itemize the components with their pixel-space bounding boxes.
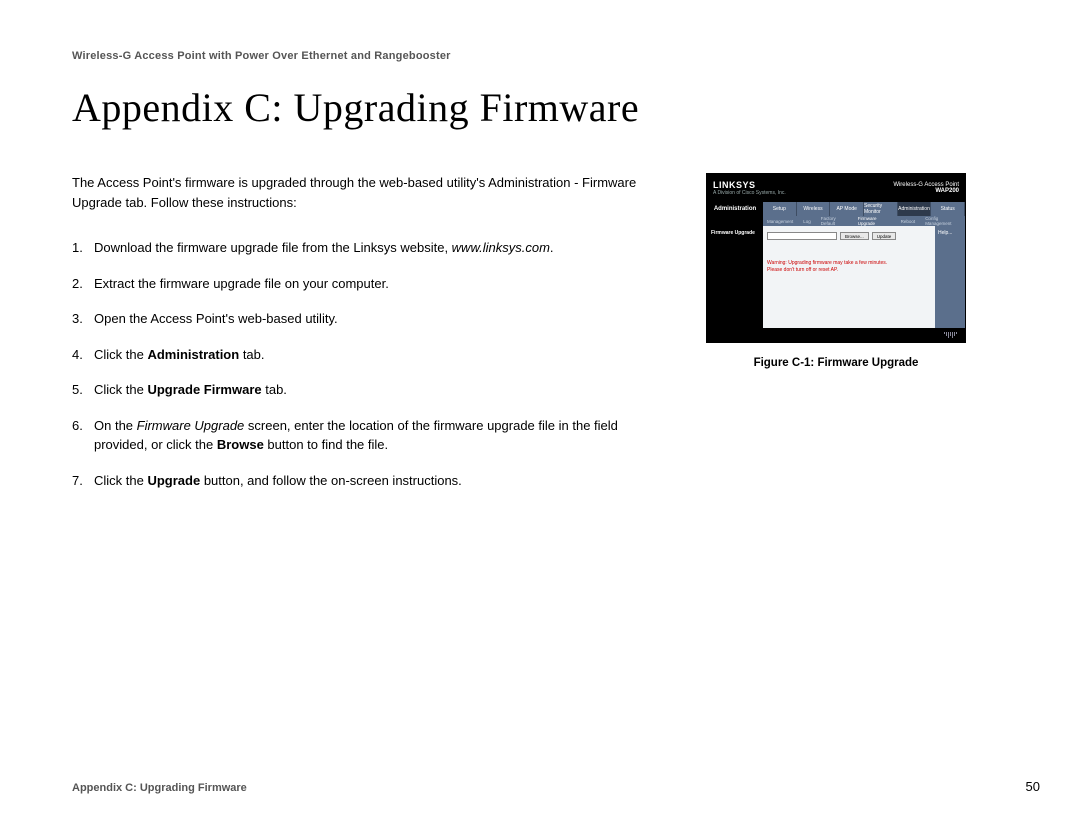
- page-footer: Appendix C: Upgrading Firmware 50: [72, 779, 1040, 794]
- figure-c1: LINKSYS A Division of Cisco Systems, Inc…: [706, 173, 966, 369]
- step-text: tab.: [239, 347, 264, 362]
- subtab-management[interactable]: Management: [767, 216, 793, 226]
- linksys-logo: LINKSYS: [713, 180, 786, 190]
- document-page: Wireless-G Access Point with Power Over …: [0, 0, 1080, 834]
- content-row: The Access Point's firmware is upgraded …: [72, 173, 1040, 506]
- model-info: Wireless-G Access Point WAP200: [893, 182, 959, 194]
- figure-caption: Figure C-1: Firmware Upgrade: [706, 357, 966, 369]
- step-text: tab.: [262, 382, 287, 397]
- step-4: Click the Administration tab.: [72, 345, 672, 365]
- subtab-firmware-upgrade[interactable]: Firmware Upgrade: [858, 216, 891, 226]
- screenshot-form: Browse... Update Warning: Upgrading firm…: [763, 226, 935, 328]
- update-button[interactable]: Update: [872, 232, 897, 240]
- screenshot-subtabs-row: Management Log Factory Default Firmware …: [707, 216, 965, 226]
- tab-status[interactable]: Status: [931, 202, 965, 216]
- warning-line-2: Please don't turn off or reset AP.: [767, 267, 931, 274]
- step-5: Click the Upgrade Firmware tab.: [72, 380, 672, 400]
- linksys-logo-sub: A Division of Cisco Systems, Inc.: [713, 190, 786, 196]
- step-bold: Upgrade: [147, 473, 200, 488]
- step-text: button, and follow the on-screen instruc…: [200, 473, 462, 488]
- step-2: Extract the firmware upgrade file on you…: [72, 274, 672, 294]
- step-3: Open the Access Point's web-based utilit…: [72, 309, 672, 329]
- sub-tabs: Management Log Factory Default Firmware …: [763, 216, 965, 226]
- help-panel[interactable]: Help...: [935, 226, 965, 328]
- screenshot-main-area: Browse... Update Warning: Upgrading firm…: [763, 226, 965, 328]
- step-text: Download the firmware upgrade file from …: [94, 240, 452, 255]
- subtab-spacer: [707, 216, 763, 226]
- cisco-logo-icon: [941, 331, 959, 339]
- step-italic: Firmware Upgrade: [137, 418, 245, 433]
- instruction-list: Download the firmware upgrade file from …: [72, 238, 672, 490]
- step-6: On the Firmware Upgrade screen, enter th…: [72, 416, 672, 455]
- screenshot-tabs-row: Administration Setup Wireless AP Mode Se…: [707, 202, 965, 216]
- tab-security-monitor[interactable]: Security Monitor: [864, 202, 898, 216]
- screenshot-firmware-upgrade: LINKSYS A Division of Cisco Systems, Inc…: [706, 173, 966, 343]
- step-text: Click the: [94, 347, 147, 362]
- file-input-row: Browse... Update: [767, 232, 931, 240]
- step-text: .: [550, 240, 554, 255]
- step-text: Click the: [94, 473, 147, 488]
- screenshot-footer: [707, 328, 965, 342]
- tab-wireless[interactable]: Wireless: [797, 202, 831, 216]
- step-link-text: www.linksys.com: [452, 240, 550, 255]
- browse-button[interactable]: Browse...: [840, 232, 869, 240]
- step-bold: Administration: [147, 347, 239, 362]
- tab-administration[interactable]: Administration: [898, 202, 932, 216]
- section-label: Administration: [707, 202, 763, 216]
- step-bold: Browse: [217, 437, 264, 452]
- step-text: On the: [94, 418, 137, 433]
- figure-column: LINKSYS A Division of Cisco Systems, Inc…: [706, 173, 966, 506]
- file-path-input[interactable]: [767, 232, 837, 240]
- step-bold: Upgrade Firmware: [147, 382, 261, 397]
- main-tabs: Setup Wireless AP Mode Security Monitor …: [763, 202, 965, 216]
- model-name: WAP200: [893, 188, 959, 194]
- tab-ap-mode[interactable]: AP Mode: [830, 202, 864, 216]
- page-title: Appendix C: Upgrading Firmware: [72, 84, 1040, 131]
- step-text: Click the: [94, 382, 147, 397]
- tab-setup[interactable]: Setup: [763, 202, 797, 216]
- body-text-column: The Access Point's firmware is upgraded …: [72, 173, 672, 506]
- subtab-config-management[interactable]: Config Management: [925, 216, 961, 226]
- running-header: Wireless-G Access Point with Power Over …: [72, 50, 1040, 62]
- step-1: Download the firmware upgrade file from …: [72, 238, 672, 258]
- page-number: 50: [1026, 779, 1040, 794]
- step-text: button to find the file.: [264, 437, 388, 452]
- intro-paragraph: The Access Point's firmware is upgraded …: [72, 173, 672, 212]
- footer-section-name: Appendix C: Upgrading Firmware: [72, 782, 247, 794]
- subtab-factory-default[interactable]: Factory Default: [821, 216, 848, 226]
- subtab-reboot[interactable]: Reboot: [901, 216, 916, 226]
- subtab-log[interactable]: Log: [803, 216, 811, 226]
- body-side-label: Firmware Upgrade: [707, 226, 763, 328]
- screenshot-header: LINKSYS A Division of Cisco Systems, Inc…: [707, 174, 965, 202]
- step-7: Click the Upgrade button, and follow the…: [72, 471, 672, 491]
- screenshot-body: Firmware Upgrade Browse... Update Warnin…: [707, 226, 965, 328]
